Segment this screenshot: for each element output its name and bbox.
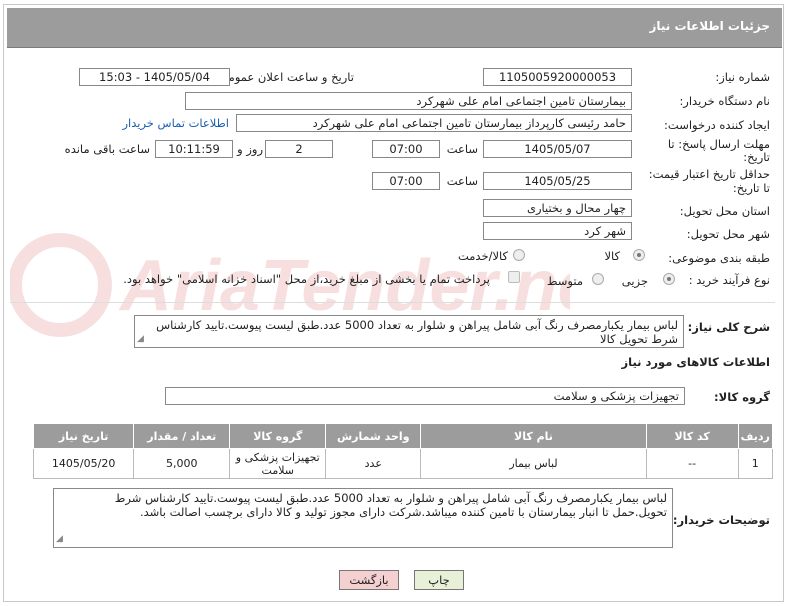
goods-info-title: اطلاعات کالاهای مورد نیاز [621, 355, 770, 369]
cell-code: -- [645, 448, 739, 479]
remaining-label: ساعت باقی مانده [64, 142, 150, 156]
cell-unit: عدد [325, 448, 422, 479]
table-row: 1 -- لباس بیمار عدد تجهیزات پزشکی و سلام… [32, 448, 774, 479]
remaining-time-field: 10:11:59 [155, 140, 233, 158]
cell-row: 1 [737, 448, 774, 479]
min-price-date-field: 1405/05/25 [483, 172, 632, 190]
city-label: شهر محل تحویل: [686, 227, 770, 241]
province-label: استان محل تحویل: [679, 204, 770, 218]
goods-group-field: تجهیزات پزشکی و سلامت [165, 387, 685, 405]
buyer-notes-text: لباس بیمار یکبارمصرف رنگ آبی شامل پیراهن… [114, 491, 667, 519]
deadline-time-field: 07:00 [372, 140, 440, 158]
divider [10, 302, 775, 303]
process-medium-label: متوسط [546, 274, 583, 288]
payment-text: پرداخت تمام یا بخشی از مبلغ خرید،از محل … [123, 272, 490, 286]
description-text: لباس بیمار یکبارمصرف رنگ آبی شامل پیراهن… [156, 318, 678, 346]
cell-date: 1405/05/20 [32, 448, 135, 479]
deadline-label: مهلت ارسال پاسخ: تا [667, 137, 770, 151]
contact-info-link[interactable]: اطلاعات تماس خریدار [122, 116, 229, 130]
province-field: چهار محال و بختیاری [483, 199, 632, 217]
min-price-time-field: 07:00 [372, 172, 440, 190]
buyer-notes-label: توضیحات خریدار: [672, 513, 770, 527]
col-group: گروه کالا [229, 423, 327, 449]
need-number-label: شماره نیاز: [715, 70, 770, 84]
min-price-time-label: ساعت [446, 174, 478, 188]
process-partial-radio[interactable] [663, 273, 675, 285]
process-label: نوع فرآیند خرید : [688, 273, 770, 287]
table-header-row: ردیف کد کالا نام کالا واحد شمارش گروه کا… [32, 423, 774, 449]
min-price-label-date: تا تاریخ: [732, 181, 770, 195]
category-goods-label: کالا [604, 249, 620, 263]
cell-qty: 5,000 [133, 448, 231, 479]
buyer-label: نام دستگاه خریدار: [679, 94, 770, 108]
days-field: 2 [265, 140, 333, 158]
creator-label: ایجاد کننده درخواست: [664, 118, 770, 132]
goods-table: ردیف کد کالا نام کالا واحد شمارش گروه کا… [32, 423, 774, 479]
back-button[interactable]: بازگشت [339, 570, 399, 590]
days-label: روز و [237, 142, 263, 156]
resize-grip-icon[interactable]: ◢ [137, 332, 144, 346]
resize-grip-icon[interactable]: ◢ [56, 532, 63, 546]
print-button[interactable]: چاپ [414, 570, 464, 590]
payment-checkbox[interactable] [508, 271, 520, 283]
announce-label: تاریخ و ساعت اعلان عمومی: [215, 70, 354, 84]
cell-group: تجهیزات پزشکی و سلامت [229, 448, 327, 479]
deadline-time-label: ساعت [446, 142, 478, 156]
col-qty: تعداد / مقدار [133, 423, 231, 449]
min-price-label: حداقل تاریخ اعتبار قیمت: [648, 167, 770, 181]
panel-header: جزئیات اطلاعات نیاز [7, 8, 782, 48]
category-goods-radio[interactable] [633, 249, 645, 261]
creator-field: حامد رئیسی کارپرداز بیمارستان تامین اجتم… [236, 114, 632, 132]
city-field: شهر کرد [483, 222, 632, 240]
category-label: طبقه بندی موضوعی: [668, 251, 770, 265]
process-partial-label: جزیی [621, 274, 648, 288]
process-medium-radio[interactable] [592, 273, 604, 285]
need-number-field: 1105005920000053 [483, 68, 632, 86]
deadline-date-field: 1405/05/07 [483, 140, 632, 158]
buyer-field: بیمارستان تامین اجتماعی امام علی شهرکرد [185, 92, 632, 110]
description-textarea[interactable]: لباس بیمار یکبارمصرف رنگ آبی شامل پیراهن… [134, 315, 684, 348]
col-unit: واحد شمارش [325, 423, 422, 449]
col-name: نام کالا [420, 423, 647, 449]
cell-name: لباس بیمار [420, 448, 647, 479]
description-label: شرح کلی نیاز: [687, 320, 770, 334]
category-service-radio[interactable] [513, 249, 525, 261]
goods-group-label: گروه کالا: [714, 390, 770, 404]
deadline-label-date: تاریخ: [743, 150, 770, 164]
col-code: کد کالا [645, 423, 739, 449]
category-service-label: کالا/خدمت [457, 249, 508, 263]
buyer-notes-textarea[interactable]: لباس بیمار یکبارمصرف رنگ آبی شامل پیراهن… [53, 488, 673, 548]
col-date: تاریخ نیاز [32, 423, 135, 449]
col-row: ردیف [737, 423, 774, 449]
page-title: جزئیات اطلاعات نیاز [649, 19, 770, 33]
announce-field: 1405/05/04 - 15:03 [79, 68, 230, 86]
